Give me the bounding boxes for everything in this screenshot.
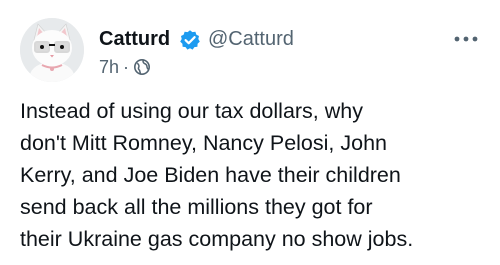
- author-display-name[interactable]: Catturd: [99, 28, 170, 51]
- tweet-text-line: send back all the millions they got for: [20, 195, 373, 219]
- tweet-text-line: their Ukraine gas company no show jobs.: [20, 227, 414, 251]
- globe-icon: [134, 59, 151, 75]
- tweet-text-line: Kerry, and Joe Biden have their children: [20, 163, 401, 187]
- post-meta: 7h ·: [99, 56, 151, 78]
- tweet-card[interactable]: Catturd @Catturd 7h · Instead of using o…: [0, 0, 500, 265]
- tweet-text: Instead of using our tax dollars, why do…: [20, 95, 490, 255]
- author-handle[interactable]: @Catturd: [208, 28, 294, 51]
- avatar[interactable]: [20, 18, 84, 82]
- tweet-text-line: Instead of using our tax dollars, why: [20, 99, 363, 123]
- verified-badge-icon: [180, 30, 200, 50]
- cat-avatar-icon: [20, 18, 84, 82]
- post-timestamp[interactable]: 7h: [99, 57, 119, 78]
- meta-separator: ·: [123, 56, 130, 77]
- tweet-text-line: don't Mitt Romney, Nancy Pelosi, John: [20, 131, 387, 155]
- more-options-icon[interactable]: [452, 31, 480, 47]
